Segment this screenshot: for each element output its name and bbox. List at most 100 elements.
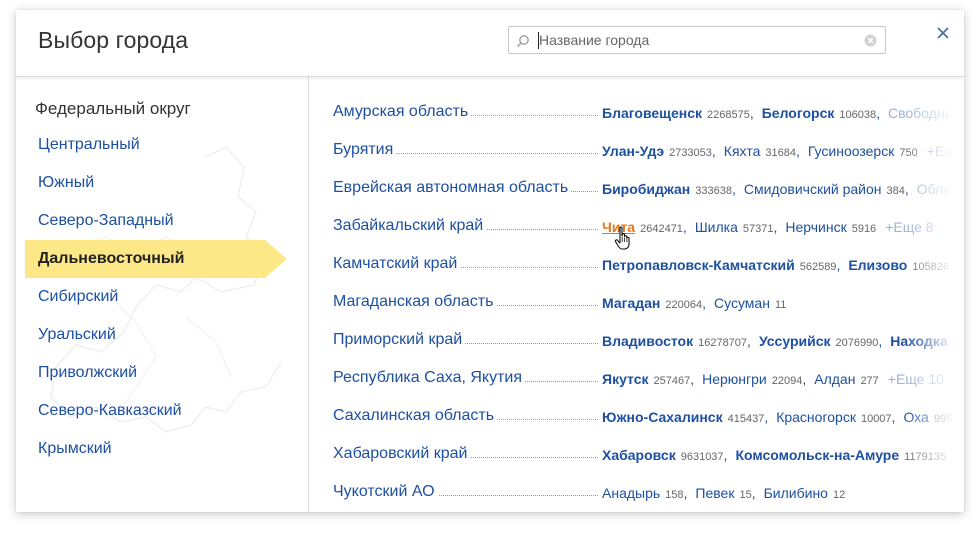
city-link[interactable]: Анадырь [602,485,660,501]
clear-icon[interactable] [864,34,877,47]
city-separator: , [764,409,769,425]
city-separator: , [749,105,754,121]
city-link[interactable]: Елизово [848,257,907,273]
city-link[interactable]: Шилка [695,219,738,235]
region-link[interactable]: Хабаровский край [333,445,471,463]
city-link[interactable]: Нерчинск [785,219,846,235]
city-link[interactable]: Уссурийск [759,333,831,349]
more-cities-link[interactable]: +Еще 8 [885,219,933,235]
region-row: Амурская область Благовещенск 2268575, Бело… [309,101,964,123]
region-row: Забайкальский край Чита 2642471, Шилка 57371… [309,215,964,237]
city-link[interactable]: Кяхта [724,143,761,159]
city-separator: , [904,181,909,197]
region-row: Чукотский АО Анадырь 158, Певек 15, Билибино 1… [309,481,964,503]
city-link[interactable]: Нерюнгри [702,371,767,387]
district-item-northwest[interactable]: Северо-Западный [38,212,174,230]
city-link[interactable]: Гусиноозерск [808,143,894,159]
district-item-north-caucasus[interactable]: Северо-Кавказский [38,402,182,420]
city-population: 750 [899,147,918,159]
city-separator: , [773,219,778,235]
region-link[interactable]: Чукотский АО [333,483,438,501]
city-link[interactable]: Благовещенск [602,105,702,121]
city-link[interactable]: Алдан [814,371,855,387]
city-population: 2268575 [707,109,750,121]
city-list: Улан-Удэ 2733053, Кяхта 31684, Гусиноозерск 7… [602,143,956,159]
district-item-far-east[interactable]: Дальневосточный [25,240,287,278]
city-link[interactable]: Находка [890,333,947,349]
region-link[interactable]: Бурятия [333,141,397,159]
city-population: 11 [774,299,787,311]
city-population: 277 [860,375,879,387]
city-population: 2076990 [835,337,879,349]
region-link[interactable]: Приморский край [333,331,466,349]
region-link[interactable]: Камчатский край [333,255,461,273]
city-population: 257467 [653,375,691,387]
city-link[interactable]: Южно-Сахалинск [602,409,723,425]
city-separator: , [747,333,751,349]
city-separator: , [711,143,716,159]
city-link[interactable]: Белогорск [762,105,835,121]
district-item-siberia[interactable]: Сибирский [38,288,118,306]
city-separator: , [702,295,706,311]
city-link[interactable]: Певек [695,485,734,501]
city-link[interactable]: Смидовичский район [744,181,882,197]
city-link[interactable]: Петропавловск-Камчатский [602,257,795,273]
region-link[interactable]: Магаданская область [333,293,497,311]
more-cities-link[interactable]: +Ещ [927,143,956,159]
region-link[interactable]: Сахалинская область [333,407,498,425]
city-link[interactable]: Магадан [602,295,660,311]
city-link[interactable]: Сусуман [714,295,770,311]
close-icon[interactable] [934,24,952,42]
city-link[interactable]: Якутск [602,371,649,387]
city-list: Южно-Сахалинск 415437, Красногорск 10007, Ох… [602,409,958,425]
city-search-box[interactable] [508,26,886,54]
district-item-crimea[interactable]: Крымский [38,440,112,458]
city-separator: , [731,181,736,197]
region-link[interactable]: Республика Саха, Якутия [333,369,526,387]
city-link[interactable]: Биробиджан [602,181,690,197]
dialog-header: Выбор города [16,10,964,77]
city-population: 15 [739,489,752,501]
region-link[interactable]: Амурская область [333,103,472,121]
city-link[interactable]: Оха [903,409,928,425]
city-search-input[interactable] [539,29,859,51]
city-separator: , [878,333,883,349]
city-link[interactable]: Свободны [888,105,955,121]
hand-pointer-icon [614,226,630,250]
city-link[interactable]: Улан-Удэ [602,143,664,159]
city-link[interactable]: Облуч [917,181,958,197]
district-item-south[interactable]: Южный [38,174,94,192]
city-link[interactable]: Комсомольск-на-Амуре [735,447,899,463]
city-population: 9631037 [680,451,724,463]
city-population: 16278707 [698,337,748,349]
city-separator: , [682,219,687,235]
city-separator: , [836,257,841,273]
region-row: Сахалинская область Южно-Сахалинск 415437,… [309,405,964,427]
city-link[interactable]: Владивосток [602,333,693,349]
city-list: Владивосток 16278707, Уссурийск 2076990, Нах… [602,333,948,349]
city-list: Петропавловск-Камчатский 562589, Елизово 10… [602,257,949,273]
city-link[interactable]: Хабаровск [602,447,676,463]
city-separator: , [723,447,728,463]
city-link[interactable]: Билибино [764,485,828,501]
region-row: Бурятия Улан-Удэ 2733053, Кяхта 31684, Гусино… [309,139,964,161]
city-population: 333638 [695,185,732,197]
district-item-central[interactable]: Центральный [38,136,140,154]
district-item-volga[interactable]: Приволжский [38,364,137,382]
city-link[interactable]: Красногорск [776,409,856,425]
city-population: 5916 [851,223,877,235]
district-item-ural[interactable]: Уральский [38,326,116,344]
city-list: Чита 2642471, Шилка 57371, Нерчинск 5916 +Еще … [602,219,934,235]
region-link[interactable]: Забайкальский край [333,217,487,235]
city-population: 31684 [765,147,797,159]
city-population: 158 [665,489,684,501]
region-link[interactable]: Еврейская автономная область [333,179,572,197]
city-population: 1179135 [904,451,947,463]
region-row: Республика Саха, Якутия Якутск 257467, Нерю… [309,367,964,389]
more-cities-link[interactable]: +Еще 10 [888,371,944,387]
region-row: Магаданская область Магадан 220064, Сусуман… [309,291,964,313]
dialog-title: Выбор города [38,27,189,53]
city-population: 57371 [742,223,774,235]
city-separator: , [876,105,880,121]
city-population: 12 [832,489,846,501]
